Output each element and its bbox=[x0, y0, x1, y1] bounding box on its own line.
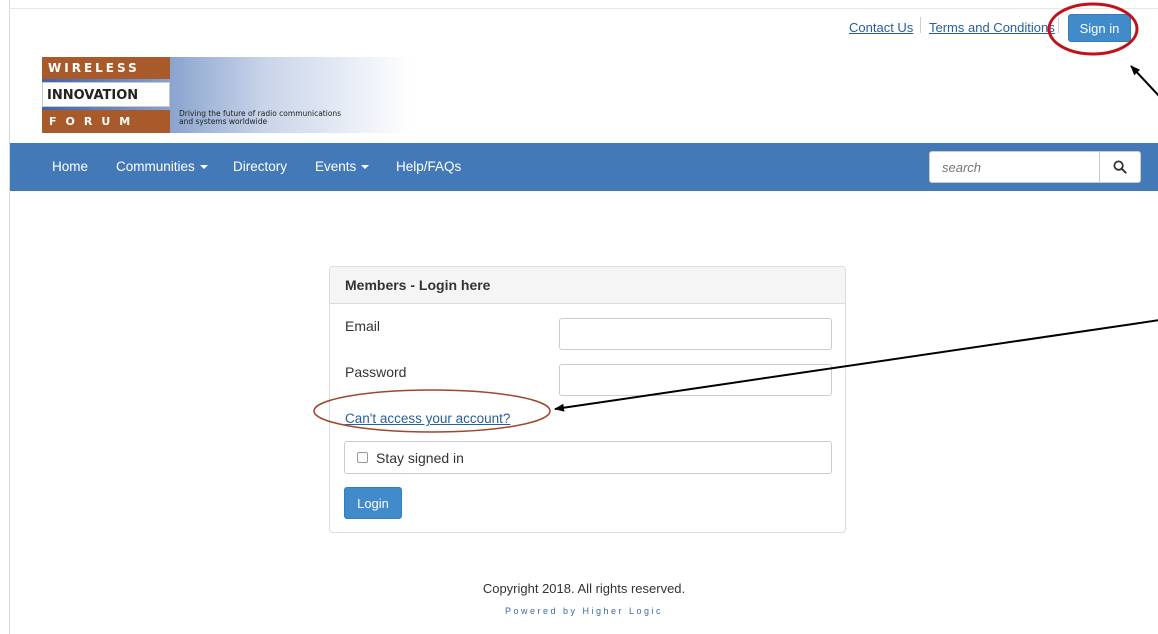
site-logo[interactable]: WIRELESS INNOVATION FORUM bbox=[42, 57, 170, 133]
nav-communities[interactable]: Communities bbox=[116, 159, 208, 174]
search-button[interactable] bbox=[1099, 151, 1141, 183]
login-panel-title: Members - Login here bbox=[345, 277, 491, 293]
password-label: Password bbox=[345, 364, 407, 380]
copyright-text: Copyright 2018. All rights reserved. bbox=[482, 581, 686, 596]
logo-line-wireless: WIRELESS bbox=[42, 57, 170, 79]
nav-communities-label: Communities bbox=[116, 159, 195, 174]
contact-us-link[interactable]: Contact Us bbox=[849, 20, 913, 35]
chevron-down-icon bbox=[199, 165, 208, 170]
logo-tagline-line-2: and systems worldwide bbox=[179, 117, 268, 126]
nav-help-faqs[interactable]: Help/FAQs bbox=[396, 159, 461, 174]
nav-help-faqs-label: Help/FAQs bbox=[396, 159, 462, 174]
logo-line-forum: FORUM bbox=[42, 110, 170, 133]
login-panel-header: Members - Login here bbox=[330, 267, 845, 304]
annotation-arrow-to-sign-in bbox=[1130, 65, 1158, 97]
nav-events-label: Events bbox=[315, 159, 357, 174]
login-button[interactable]: Login bbox=[344, 487, 402, 519]
nav-home-label: Home bbox=[52, 159, 89, 174]
nav-home[interactable]: Home bbox=[52, 159, 88, 174]
search-input[interactable] bbox=[929, 151, 1099, 183]
utility-divider bbox=[920, 17, 921, 33]
password-field[interactable] bbox=[559, 364, 832, 396]
stay-signed-in-row[interactable]: Stay signed in bbox=[344, 441, 832, 474]
utility-divider bbox=[1058, 17, 1059, 33]
logo-tagline: Driving the future of radio communicatio… bbox=[179, 110, 379, 126]
stay-signed-in-checkbox[interactable] bbox=[357, 452, 368, 463]
email-field[interactable] bbox=[559, 318, 832, 350]
search-icon bbox=[1113, 160, 1127, 174]
nav-directory[interactable]: Directory bbox=[233, 159, 287, 174]
cant-access-account-link[interactable]: Can't access your account? bbox=[345, 411, 510, 426]
logo-line-innovation: INNOVATION bbox=[42, 82, 170, 107]
chevron-down-icon bbox=[361, 165, 370, 170]
stay-signed-in-label: Stay signed in bbox=[376, 450, 464, 466]
terms-link[interactable]: Terms and Conditions bbox=[929, 20, 1055, 35]
login-panel: Members - Login here Email Password Can'… bbox=[329, 266, 846, 533]
page-border-top bbox=[9, 8, 1158, 9]
email-label: Email bbox=[345, 318, 381, 334]
page-border-left bbox=[9, 0, 10, 634]
nav-directory-label: Directory bbox=[233, 159, 288, 174]
nav-events[interactable]: Events bbox=[315, 159, 370, 174]
powered-by-link[interactable]: Powered by Higher Logic bbox=[0, 606, 1158, 616]
sign-in-button[interactable]: Sign in bbox=[1068, 14, 1131, 42]
